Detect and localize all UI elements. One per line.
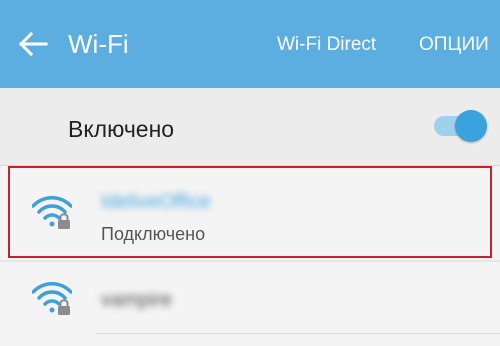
- wifi-direct-button[interactable]: Wi-Fi Direct: [277, 33, 376, 57]
- divider: [96, 333, 500, 334]
- wifi-toggle-switch[interactable]: [431, 108, 487, 144]
- wifi-locked-icon: [32, 196, 72, 229]
- switch-thumb: [455, 110, 487, 142]
- page-title: Wi-Fi: [68, 29, 129, 59]
- wifi-toggle-row[interactable]: Включено: [0, 88, 500, 165]
- wifi-locked-icon: [32, 282, 72, 315]
- network-status: Подключено: [101, 224, 206, 244]
- back-button[interactable]: [18, 30, 50, 58]
- network-ssid: IdeliveOffice: [101, 191, 211, 213]
- app-bar: Wi-Fi Wi-Fi Direct ОПЦИИ: [0, 0, 500, 88]
- wifi-toggle-label: Включено: [68, 116, 175, 142]
- options-button[interactable]: ОПЦИИ: [419, 33, 489, 57]
- network-ssid: vampire: [101, 289, 173, 311]
- highlight-frame: [8, 166, 492, 258]
- network-item-connected[interactable]: IdeliveOffice Подключено: [0, 166, 500, 260]
- arrow-left-icon: [18, 31, 48, 57]
